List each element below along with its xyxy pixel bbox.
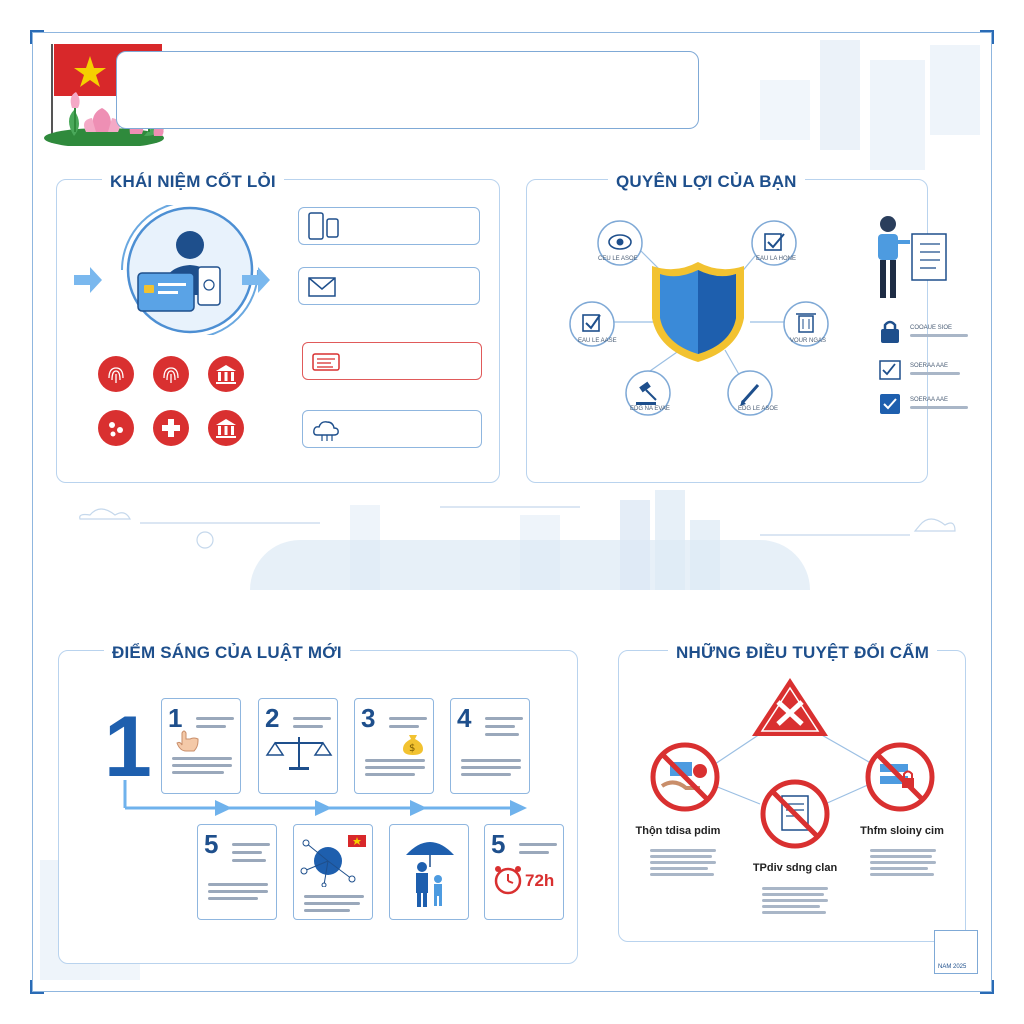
rights-diagram xyxy=(569,220,829,416)
cloud-icon xyxy=(313,421,339,441)
rights-node-label: EAU LA HONE xyxy=(756,256,797,262)
step-card: 4 xyxy=(450,698,530,794)
core-concepts-title: KHÁI NIỆM CỐT LỎI xyxy=(102,172,284,192)
new-law-title: ĐIỂM SÁNG CỦA LUẬT MỚI xyxy=(104,643,350,663)
warning-triangle-icon xyxy=(752,678,828,736)
prohibited-title: NHỮNG ĐIỀU TUYỆT ĐỔI CẤM xyxy=(668,643,938,663)
prohibited-caption: Thfm sloiny cim xyxy=(860,825,944,837)
prohibited-text-block xyxy=(650,846,720,879)
step-card: 1 xyxy=(161,698,241,794)
alarm-clock-icon xyxy=(494,866,522,895)
time-label: 72h xyxy=(525,871,555,890)
step-card: 5 72h xyxy=(484,824,564,920)
prohibited-text-block xyxy=(870,846,940,879)
step-card xyxy=(293,824,373,920)
document-pill xyxy=(302,342,482,380)
footer-stamp: NAM 2025 xyxy=(934,930,978,974)
checklist-icon xyxy=(879,360,901,380)
scales-icon xyxy=(265,737,333,770)
fingerprint-icon xyxy=(98,356,134,392)
hand-click-icon xyxy=(176,730,199,752)
email-pill xyxy=(298,267,480,305)
mobile-devices-icon xyxy=(308,212,339,240)
step-card: 5 xyxy=(197,824,277,920)
checked-box-icon xyxy=(880,394,900,414)
step-card xyxy=(389,824,469,920)
id-card-icon xyxy=(312,353,340,371)
medical-data-icon xyxy=(98,410,134,446)
big-step-number: 1 xyxy=(104,699,152,795)
money-bag-icon: $ xyxy=(403,735,423,755)
step-card: 3 $ xyxy=(354,698,434,794)
rights-node-label: EDG LE ASOE xyxy=(738,406,779,412)
lock-icon xyxy=(881,320,899,343)
rights-node-label: EAU LE AASE xyxy=(578,338,617,344)
corner-bl xyxy=(30,980,44,994)
no-document-icon xyxy=(760,779,830,849)
corner-br xyxy=(980,980,994,994)
devices-pill xyxy=(298,207,480,245)
your-rights-title: QUYÊN LỢI CỦA BẠN xyxy=(608,172,805,192)
step-card: 2 xyxy=(258,698,338,794)
no-money-transfer-icon xyxy=(650,742,720,812)
digital-identity-illustration xyxy=(74,205,270,335)
shield-icon xyxy=(652,262,744,362)
global-network-icon xyxy=(300,835,366,887)
person-with-checklist-icon xyxy=(878,216,947,298)
rights-node-label: VOUR NGAS xyxy=(790,338,827,344)
prohibited-caption: Thộn tdisa pdim xyxy=(635,825,721,837)
prohibited-text-block xyxy=(762,884,832,917)
fingerprint-icon xyxy=(153,356,189,392)
title-box xyxy=(116,51,699,129)
rights-side-label: COOAUE SIOE xyxy=(910,324,980,339)
rights-node-label: EDG NA EVAE xyxy=(630,406,670,412)
government-building-icon xyxy=(208,410,244,446)
corner-tr xyxy=(980,30,994,44)
svg-text:$: $ xyxy=(409,743,415,754)
rights-side-label: SOERAA AAE xyxy=(910,362,980,377)
prohibited-caption: TPdiv sdng clan xyxy=(752,862,838,874)
rights-side-label: SOERAA AAE xyxy=(910,396,980,411)
government-building-icon xyxy=(208,356,244,392)
umbrella-family-icon xyxy=(406,842,454,907)
envelope-icon xyxy=(308,277,336,297)
rights-node-label: CEU LE ASOE xyxy=(598,256,638,262)
no-data-lock-icon xyxy=(865,742,935,812)
cloud-data-pill xyxy=(302,410,482,448)
health-cross-icon xyxy=(153,410,189,446)
